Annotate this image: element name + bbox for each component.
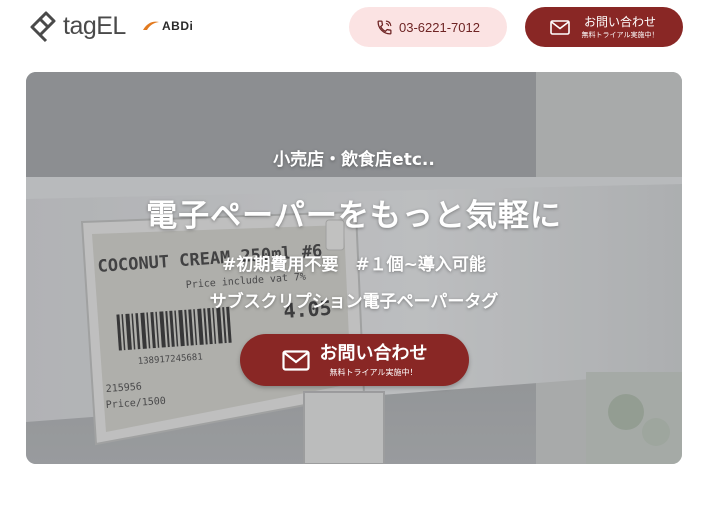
- hero-subtitle: 小売店・飲食店etc..: [273, 150, 435, 170]
- contact-button-texts: お問い合わせ 無料トライアル実施中！: [582, 15, 659, 40]
- mail-icon: [281, 349, 310, 371]
- hero-title: 電子ペーパーをもっと気軽に: [146, 198, 562, 234]
- hero-cta-sublabel: 無料トライアル実施中！: [329, 367, 418, 377]
- mail-icon: [549, 19, 570, 35]
- hero-tagline: サブスクリプション電子ペーパータグ: [209, 292, 499, 312]
- phone-button[interactable]: 03-6221-7012: [349, 7, 507, 47]
- phone-number: 03-6221-7012: [399, 19, 480, 35]
- hero-cta-label: お問い合わせ: [319, 342, 428, 364]
- partner-logo: ABDi: [141, 19, 193, 33]
- hero-contact-button[interactable]: お問い合わせ 無料トライアル実施中！: [240, 334, 469, 386]
- hero-banner: COCONUT CREAM 250ml #6 Price include vat…: [26, 72, 682, 464]
- brand-name: tagEL: [63, 12, 126, 40]
- header-contact-button[interactable]: お問い合わせ 無料トライアル実施中！: [525, 7, 683, 47]
- hero-tags: #初期費用不要 #１個~導入可能: [222, 255, 486, 275]
- hero-cta-texts: お問い合わせ 無料トライアル実施中！: [320, 343, 428, 378]
- phone-icon: [377, 19, 392, 35]
- partner-swoosh-icon: [143, 21, 159, 30]
- site-header: tagEL ABDi 03-6221-7012 お問い合わせ 無料トライアル実施…: [0, 0, 706, 58]
- contact-label: お問い合わせ: [583, 14, 656, 29]
- brand-logo[interactable]: tagEL: [26, 10, 126, 43]
- contact-sublabel: 無料トライアル実施中！: [581, 30, 659, 39]
- tagel-logo-icon: [30, 11, 56, 43]
- partner-name: ABDi: [162, 19, 194, 33]
